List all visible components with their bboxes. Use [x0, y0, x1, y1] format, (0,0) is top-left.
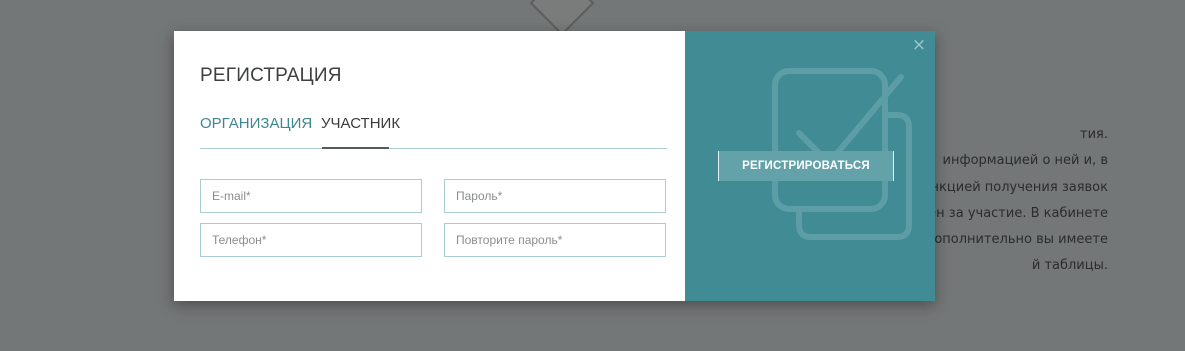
registration-tabs: ОРГАНИЗАЦИЯ УЧАСТНИК	[200, 115, 667, 149]
phone-field[interactable]	[201, 224, 421, 256]
registration-form-panel: РЕГИСТРАЦИЯ ОРГАНИЗАЦИЯ УЧАСТНИК	[174, 31, 685, 301]
repeat-password-field[interactable]	[445, 224, 665, 256]
password-field-wrapper	[444, 179, 666, 213]
repeat-password-field-wrapper	[444, 223, 666, 257]
registration-modal: РЕГИСТРАЦИЯ ОРГАНИЗАЦИЯ УЧАСТНИК ×	[174, 31, 935, 301]
password-field[interactable]	[445, 180, 665, 212]
background-text-line: й таблицы.	[1031, 258, 1108, 274]
email-field[interactable]	[201, 180, 421, 212]
phone-field-wrapper	[200, 223, 422, 257]
close-icon[interactable]: ×	[911, 37, 927, 54]
background-text-line: информацией о ней и, в	[942, 153, 1108, 169]
register-button[interactable]: РЕГИСТРИРОВАТЬСЯ	[718, 151, 894, 181]
background-text-line: тия.	[1080, 127, 1108, 142]
tab-participant[interactable]: УЧАСТНИК	[321, 115, 400, 132]
email-field-wrapper	[200, 179, 422, 213]
registration-action-panel: × РЕГИСТРИРОВАТЬСЯ	[685, 31, 935, 301]
background-text-line: е. Дополнительно вы имеете	[907, 232, 1108, 248]
background-text: тия. информацией о ней и, в функцией пол…	[905, 122, 1108, 280]
tab-organization[interactable]: ОРГАНИЗАЦИЯ	[200, 115, 312, 132]
background-text-line: функцией получения заявок	[911, 179, 1108, 195]
active-tab-indicator	[322, 147, 389, 149]
background-text-line: ден за участие. В кабинете	[919, 205, 1108, 221]
modal-title: РЕГИСТРАЦИЯ	[200, 65, 342, 86]
